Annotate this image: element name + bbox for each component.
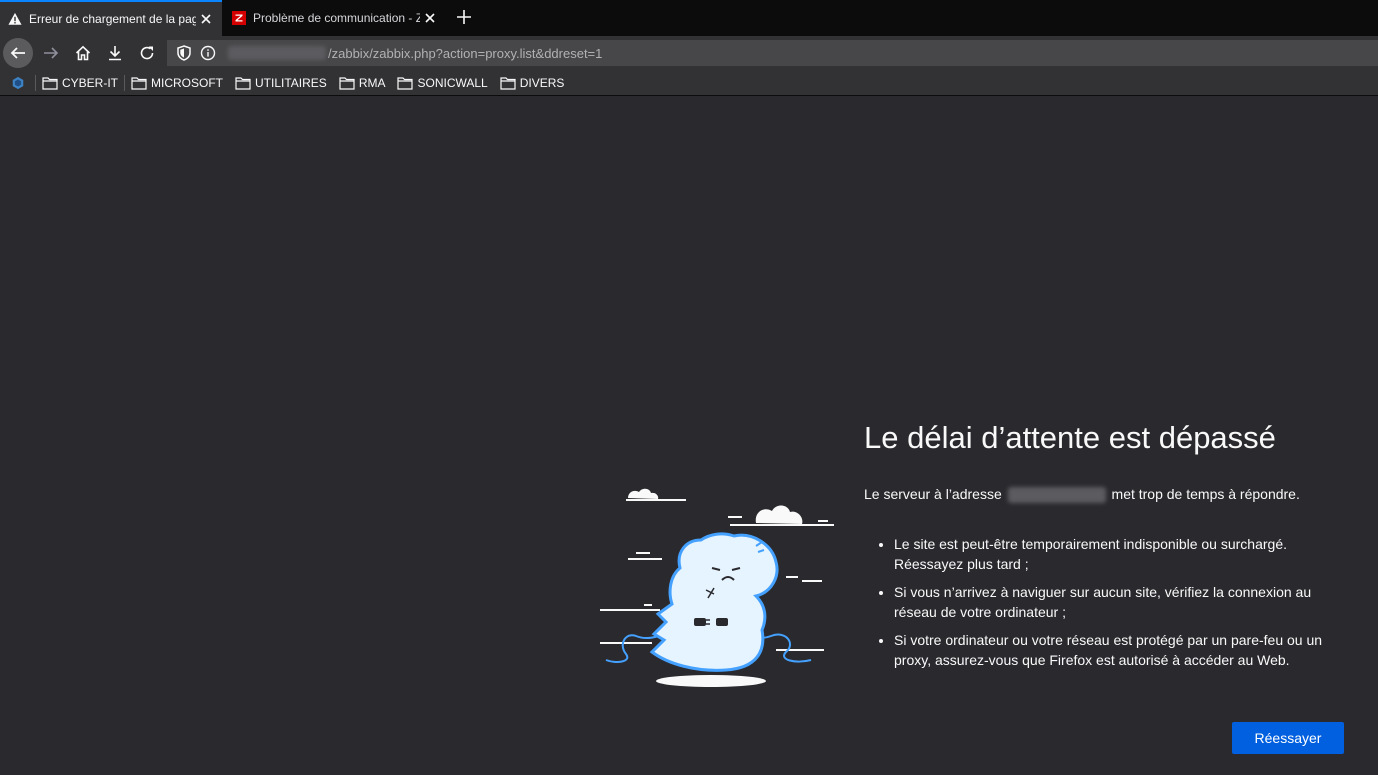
close-tab-icon[interactable]: [196, 9, 216, 29]
url-bar[interactable]: /zabbix/zabbix.php?action=proxy.list&ddr…: [167, 40, 1378, 66]
downloads-button[interactable]: [101, 40, 129, 66]
home-button[interactable]: [69, 40, 97, 66]
reload-button[interactable]: [133, 40, 161, 66]
arrow-left-icon: [10, 47, 25, 59]
reload-icon: [140, 46, 154, 60]
url-text: /zabbix/zabbix.php?action=proxy.list&ddr…: [328, 45, 603, 61]
info-icon[interactable]: [200, 45, 216, 61]
tab-label: Erreur de chargement de la page: [29, 12, 196, 26]
error-content: Le délai d’attente est dépassé Le serveu…: [864, 420, 1344, 678]
bookmark-label: SONICWALL: [417, 75, 488, 90]
folder-icon: [397, 76, 414, 90]
new-tab-button[interactable]: [453, 6, 475, 28]
bookmark-folder-cyber-it[interactable]: CYBER-IT: [42, 76, 118, 90]
nav-bar: /zabbix/zabbix.php?action=proxy.list&ddr…: [0, 36, 1378, 70]
warning-icon: [8, 12, 22, 25]
list-item: Si votre ordinateur ou votre réseau est …: [894, 630, 1344, 670]
bookmark-folder-divers[interactable]: DIVERS: [500, 75, 565, 90]
folder-icon: [500, 76, 516, 90]
bookmark-folder-rma[interactable]: RMA: [339, 75, 386, 90]
suggestion-list: Le site est peut-être temporairement ind…: [864, 534, 1344, 670]
tab-strip: Erreur de chargement de la page Problème…: [0, 0, 1378, 36]
bookmark-label: DIVERS: [519, 75, 565, 90]
error-title: Le délai d’attente est dépassé: [864, 420, 1276, 455]
tab-zabbix[interactable]: Problème de communication - Zabbix: [224, 0, 446, 36]
bookmark-folder-utilitaires[interactable]: UTILITAIRES: [235, 76, 327, 90]
redacted-host: [1007, 487, 1106, 504]
folder-icon: [339, 76, 355, 90]
bookmark-folder-sonicwall[interactable]: SONICWALL: [397, 75, 488, 90]
tracking-shield-icon[interactable]: [176, 45, 192, 61]
error-description-end: met trop de temps à répondre.: [1111, 486, 1300, 502]
list-item: Le site est peut-être temporairement ind…: [894, 534, 1344, 574]
list-item: Si vous n’arrivez à naviguer sur aucun s…: [894, 582, 1344, 622]
bookmark-folder-microsoft[interactable]: MICROSOFT: [131, 76, 223, 90]
folder-icon: [235, 76, 251, 90]
retry-button[interactable]: Réessayer: [1232, 722, 1344, 754]
tab-label: Problème de communication - Zabbix: [253, 11, 420, 25]
back-button[interactable]: [3, 38, 33, 68]
disconnected-dino-illustration: [600, 488, 834, 687]
site-favicon-icon[interactable]: [11, 76, 25, 90]
zabbix-icon: [232, 11, 246, 25]
plus-icon: [457, 10, 471, 24]
bookmark-label: CYBER-IT: [62, 75, 119, 90]
forward-button[interactable]: [37, 40, 65, 66]
redacted-host: [228, 46, 326, 60]
home-icon: [75, 45, 91, 61]
download-icon: [109, 46, 121, 61]
tab-load-error[interactable]: Erreur de chargement de la page: [0, 0, 222, 36]
bookmark-label: MICROSOFT: [151, 75, 224, 90]
close-tab-icon[interactable]: [420, 8, 440, 28]
folder-icon: [131, 76, 147, 90]
bookmarks-toolbar: CYBER-IT MICROSOFT UTILITAIRES RMA SONIC…: [0, 70, 1378, 96]
bookmark-separator: [124, 74, 126, 91]
error-description-start: Le serveur à l’adresse: [864, 486, 1002, 502]
bookmark-label: RMA: [358, 75, 386, 90]
folder-icon: [42, 76, 58, 90]
bookmark-label: UTILITAIRES: [255, 75, 327, 90]
arrow-right-icon: [44, 47, 59, 59]
bookmark-separator: [35, 74, 36, 91]
error-description: Le serveur à l’adresse met trop de temps…: [864, 484, 1344, 504]
